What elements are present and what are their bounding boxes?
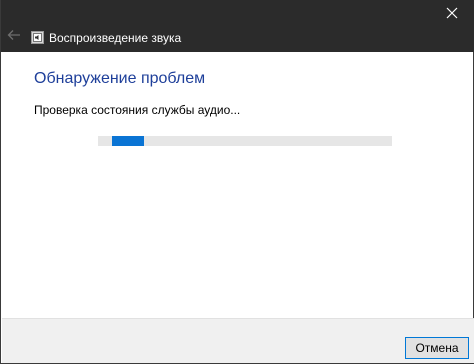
close-icon bbox=[446, 6, 458, 24]
progress-indicator bbox=[112, 136, 144, 146]
troubleshooter-window: Воспроизведение звука Обнаружение пробле… bbox=[0, 0, 474, 364]
window-title: Воспроизведение звука bbox=[49, 31, 182, 45]
page-heading: Обнаружение проблем bbox=[34, 70, 206, 87]
cancel-button[interactable]: Отмена bbox=[405, 337, 469, 359]
back-button[interactable] bbox=[5, 28, 23, 46]
close-button[interactable] bbox=[429, 0, 474, 30]
speaker-icon bbox=[31, 31, 44, 44]
status-text: Проверка состояния службы аудио... bbox=[34, 103, 241, 117]
title-bar: Воспроизведение звука bbox=[1, 0, 474, 52]
progress-bar bbox=[98, 136, 392, 146]
footer-bar: Отмена bbox=[2, 318, 474, 363]
back-arrow-icon bbox=[7, 28, 21, 46]
